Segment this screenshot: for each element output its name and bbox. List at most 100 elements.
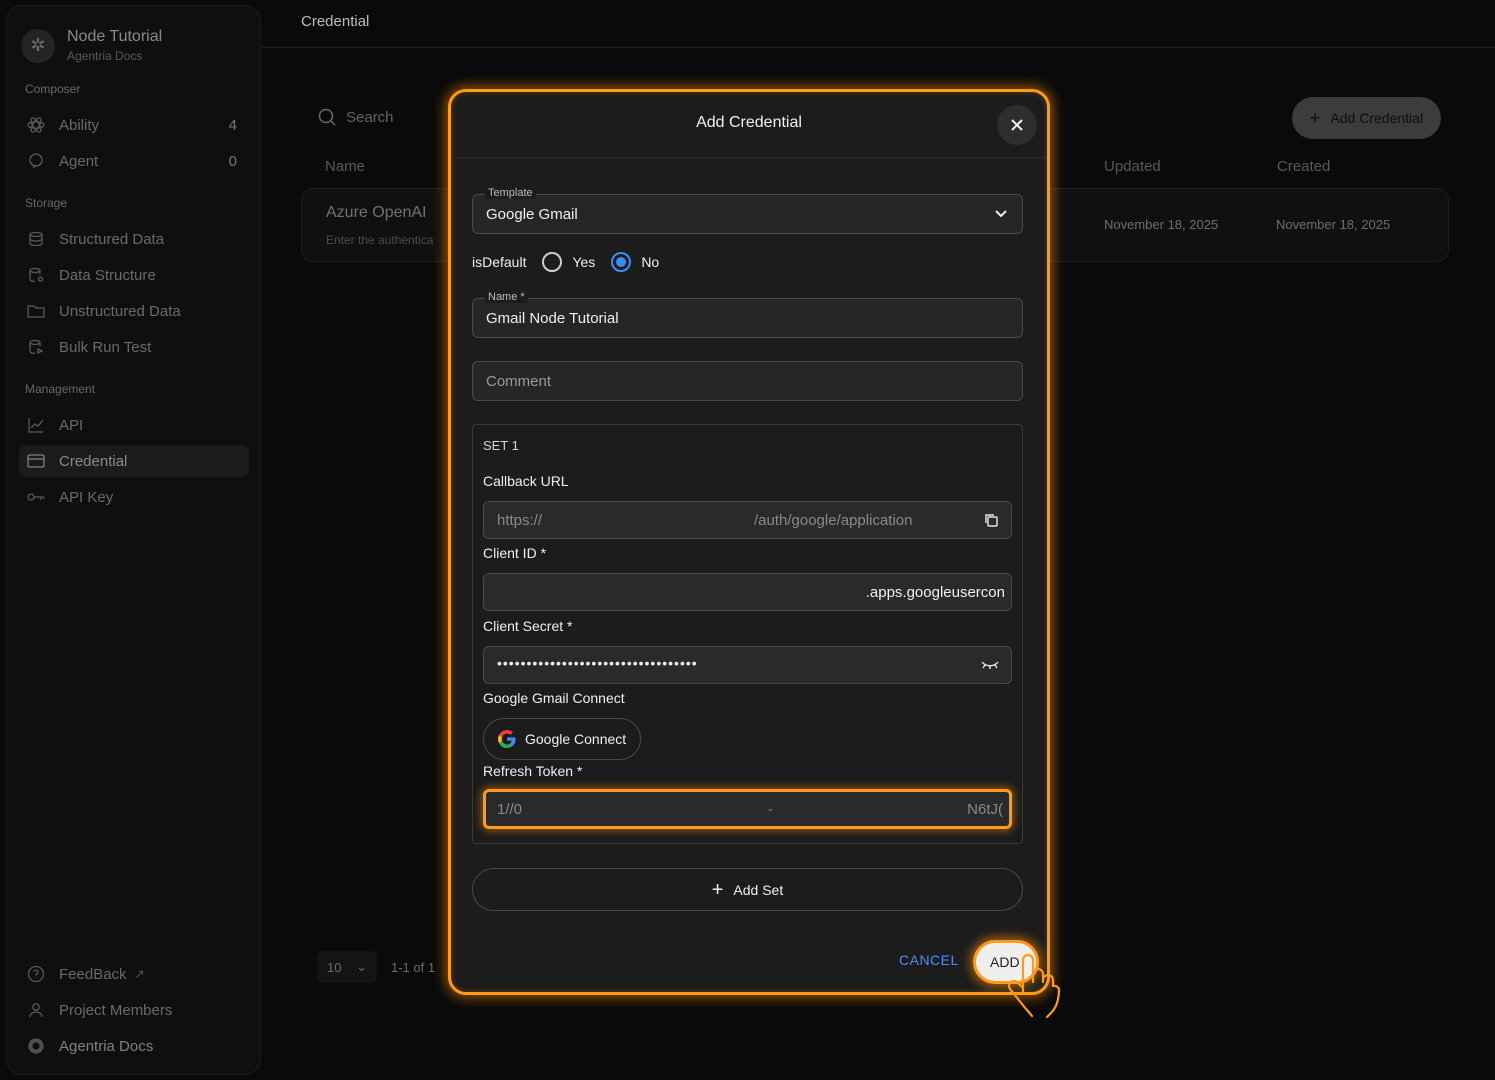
- sidebar-item-structured-data[interactable]: Structured Data: [19, 223, 249, 255]
- radio-yes[interactable]: [542, 252, 563, 272]
- sidebar-item-label: Bulk Run Test: [59, 338, 152, 356]
- sidebar-item-label: Credential: [59, 452, 128, 470]
- name-value: Gmail Node Tutorial: [486, 310, 619, 327]
- sidebar-item-api[interactable]: API: [19, 409, 249, 441]
- plus-icon: +: [711, 878, 724, 901]
- cancel-button[interactable]: CANCEL: [899, 952, 959, 968]
- sidebar-item-label: Structured Data: [59, 230, 165, 248]
- sidebar-item-label: API: [59, 416, 84, 434]
- page-size-select[interactable]: 10 ⌄: [317, 951, 377, 983]
- sidebar-item-agent[interactable]: Agent 0: [19, 145, 249, 177]
- sidebar-item-api-key[interactable]: API Key: [19, 481, 249, 513]
- callback-url-start: https://: [497, 512, 543, 529]
- client-secret-field[interactable]: ••••••••••••••••••••••••••••••••••: [483, 646, 1012, 684]
- atom-icon: [27, 116, 45, 134]
- client-id-field[interactable]: .apps.googleusercon: [483, 573, 1012, 611]
- radio-yes-label[interactable]: Yes: [572, 254, 595, 270]
- template-select[interactable]: Template Google Gmail: [472, 187, 1023, 234]
- sidebar-item-label: Project Members: [59, 1001, 173, 1019]
- google-connect-button[interactable]: Google Connect: [483, 718, 641, 760]
- is-default-label: isDefault: [472, 254, 527, 270]
- radio-no[interactable]: [611, 252, 632, 272]
- eye-closed-icon[interactable]: [981, 659, 999, 671]
- sidebar-item-label: Data Structure: [59, 266, 156, 284]
- row-updated: November 18, 2025: [1104, 217, 1219, 232]
- search-box[interactable]: Search: [318, 108, 394, 126]
- database-run-icon: [27, 338, 45, 356]
- project-logo-icon: ✲: [21, 28, 55, 63]
- callback-url-field[interactable]: https:// /auth/google/application: [483, 501, 1012, 539]
- row-name: Azure OpenAI: [326, 204, 427, 221]
- add-credential-label: Add Credential: [1330, 110, 1424, 126]
- database-settings-icon: [27, 266, 45, 284]
- plus-icon: +: [1309, 107, 1321, 128]
- gear-icon: [27, 1037, 45, 1055]
- sidebar-item-agentria-docs[interactable]: Agentria Docs: [19, 1030, 249, 1062]
- refresh-token-mid: -: [768, 801, 773, 818]
- set-title: SET 1: [483, 438, 519, 453]
- row-description: Enter the authentica: [326, 233, 434, 247]
- refresh-token-label: Refresh Token *: [483, 763, 583, 779]
- credential-set: SET 1 Callback URL https:// /auth/google…: [472, 424, 1023, 844]
- sidebar-item-label: FeedBack: [59, 965, 127, 983]
- copy-icon[interactable]: [983, 512, 999, 528]
- external-link-icon: ↗: [134, 967, 145, 981]
- chart-icon: [27, 416, 45, 434]
- sidebar-item-data-structure[interactable]: Data Structure: [19, 259, 249, 291]
- close-button[interactable]: [997, 105, 1037, 145]
- client-id-value: .apps.googleusercon: [865, 584, 1005, 601]
- google-connect-text: Google Connect: [525, 731, 627, 747]
- callback-url-end: /auth/google/application: [754, 512, 913, 529]
- search-input[interactable]: Search: [346, 109, 394, 126]
- google-logo-icon: [498, 730, 516, 748]
- sidebar-item-feedback[interactable]: FeedBack ↗: [19, 958, 249, 990]
- add-set-button[interactable]: + Add Set: [472, 868, 1023, 911]
- count-badge: 4: [228, 116, 237, 134]
- client-secret-value: ••••••••••••••••••••••••••••••••••: [497, 655, 698, 671]
- template-value: Google Gmail: [486, 206, 578, 223]
- top-bar: Credential: [261, 0, 1495, 48]
- sidebar-item-label: Unstructured Data: [59, 302, 181, 320]
- name-field[interactable]: Name * Gmail Node Tutorial: [472, 291, 1023, 338]
- google-connect-label: Google Gmail Connect: [483, 690, 625, 706]
- comment-placeholder: Comment: [486, 373, 552, 390]
- agent-icon: [27, 152, 45, 170]
- breadcrumb: Credential: [301, 13, 370, 30]
- column-header-updated[interactable]: Updated: [1104, 158, 1161, 175]
- sidebar-item-project-members[interactable]: Project Members: [19, 994, 249, 1026]
- sidebar-item-ability[interactable]: Ability 4: [19, 109, 249, 141]
- sidebar-item-bulk-run-test[interactable]: Bulk Run Test: [19, 331, 249, 363]
- pagination: 10 ⌄ 1-1 of 1: [317, 951, 435, 983]
- project-title: Node Tutorial: [67, 28, 163, 45]
- add-credential-dialog: Add Credential Template Google Gmail isD…: [448, 89, 1050, 995]
- client-id-label: Client ID *: [483, 545, 547, 561]
- key-icon: [27, 488, 45, 506]
- refresh-token-field[interactable]: 1//0 - N6tJ(: [483, 789, 1012, 829]
- section-storage: Storage: [25, 196, 68, 210]
- callback-url-label: Callback URL: [483, 473, 569, 489]
- dialog-header: Add Credential: [451, 92, 1047, 158]
- column-header-created[interactable]: Created: [1277, 158, 1330, 175]
- project-switcher[interactable]: ✲ Node Tutorial Agentria Docs: [21, 28, 162, 63]
- sidebar-item-credential[interactable]: Credential: [19, 445, 249, 477]
- name-label: Name *: [485, 291, 528, 303]
- radio-no-label[interactable]: No: [641, 254, 659, 270]
- user-icon: [27, 1001, 45, 1019]
- client-secret-label: Client Secret *: [483, 618, 573, 634]
- section-management: Management: [25, 382, 96, 396]
- sidebar-item-label: Agent: [59, 152, 99, 170]
- refresh-token-end: N6tJ(: [967, 801, 1003, 818]
- help-icon: [27, 965, 45, 983]
- row-created: November 18, 2025: [1276, 217, 1391, 232]
- database-icon: [27, 230, 45, 248]
- add-credential-button[interactable]: + Add Credential: [1292, 97, 1441, 139]
- comment-field[interactable]: Comment: [472, 361, 1023, 401]
- column-header-name[interactable]: Name: [325, 158, 365, 175]
- sidebar-item-unstructured-data[interactable]: Unstructured Data: [19, 295, 249, 327]
- count-badge: 0: [228, 152, 237, 170]
- card-icon: [27, 452, 45, 470]
- section-composer: Composer: [25, 82, 81, 96]
- add-set-label: Add Set: [733, 881, 784, 898]
- hand-pointer-icon: [1007, 953, 1061, 1019]
- chevron-down-icon: [995, 210, 1007, 218]
